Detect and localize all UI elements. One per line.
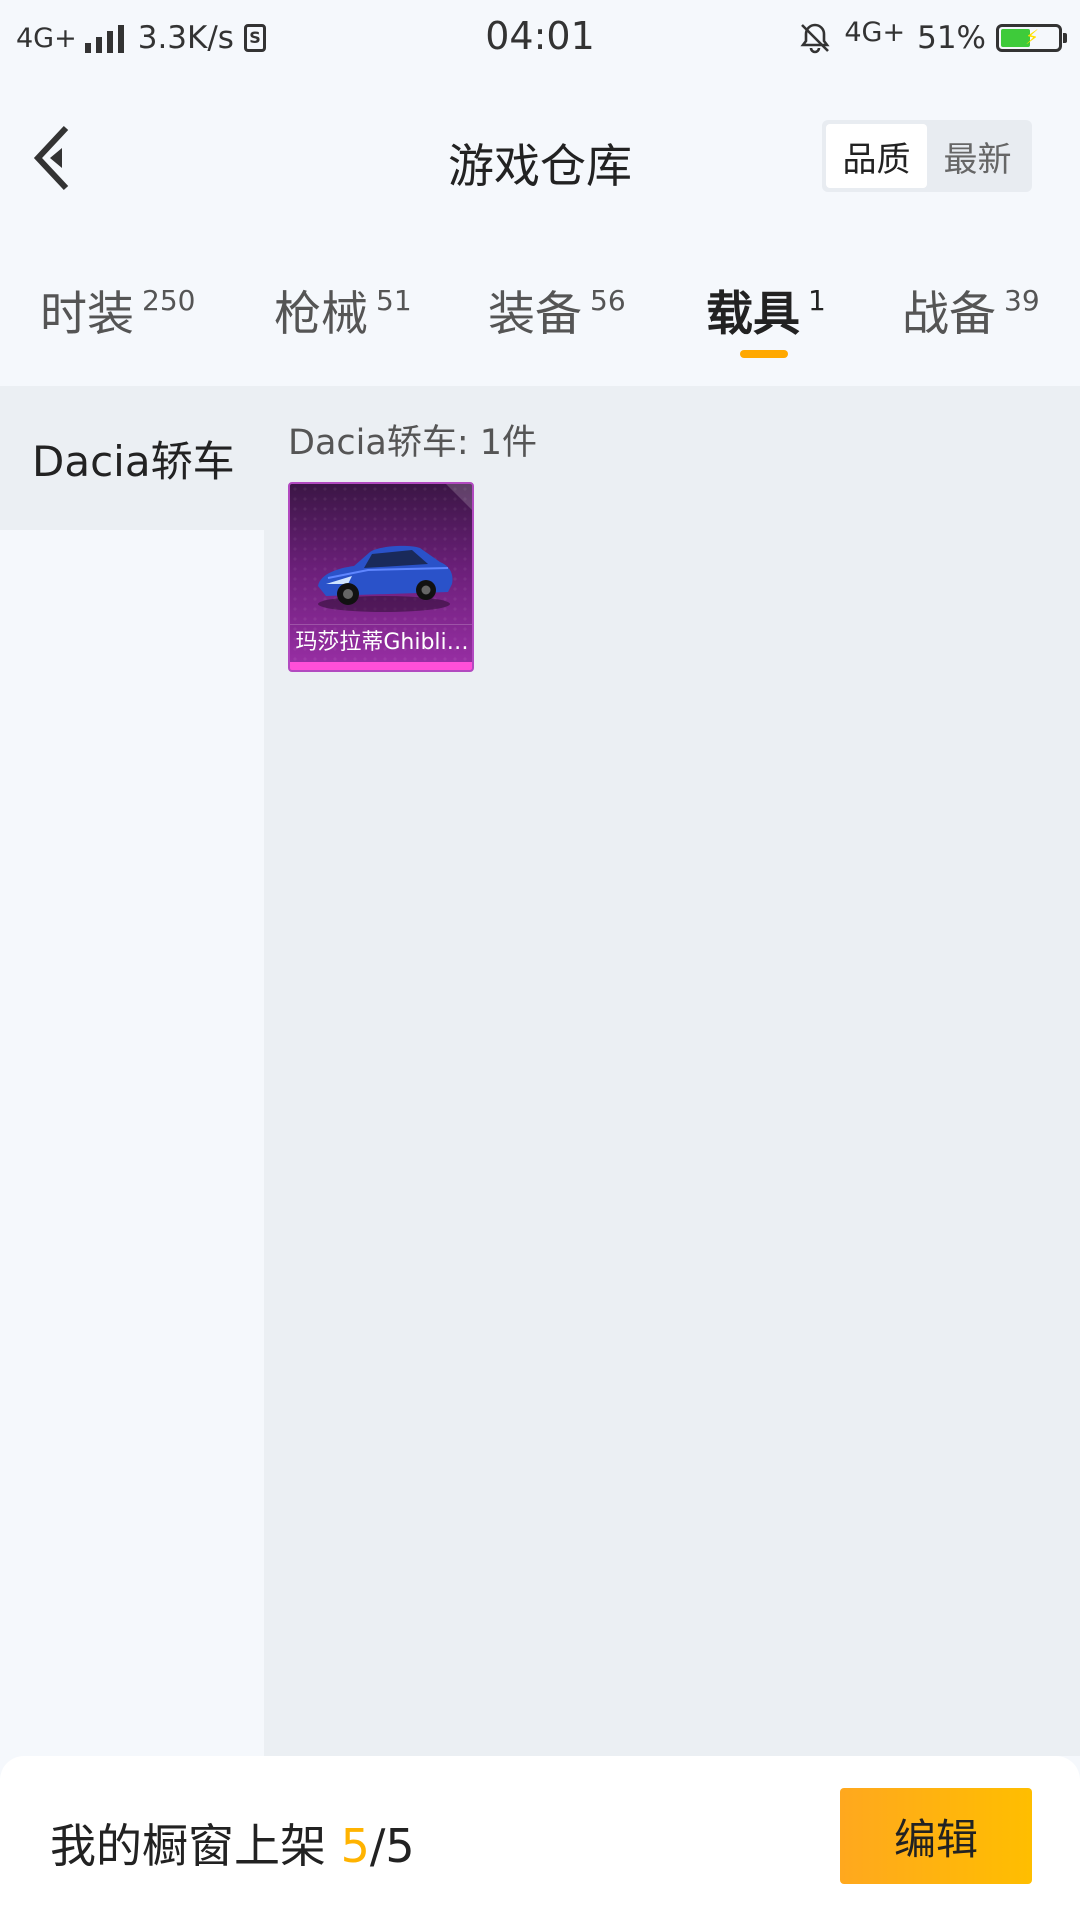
tab-label: 战备	[902, 287, 996, 342]
item-card[interactable]: 玛莎拉蒂Ghibli…	[288, 482, 474, 672]
tab-count: 1	[808, 284, 826, 317]
item-grid-panel: Dacia轿车: 1件 玛莎拉蒂Ghibli…	[264, 386, 1080, 1756]
shelf-status: 我的橱窗上架 5/5	[50, 1810, 415, 1876]
status-bar: 4G+ 3.3K/s S 04:01 4G+ 51% ⚡	[0, 0, 1080, 78]
tab-fashion[interactable]: 时装 250	[40, 278, 195, 358]
active-tab-indicator	[740, 350, 788, 358]
car-image	[318, 545, 453, 612]
rarity-bar	[290, 662, 472, 670]
header: 游戏仓库 品质 最新	[0, 78, 1080, 238]
shelf-current-count: 5	[340, 1819, 370, 1873]
shelf-total-count: /5	[369, 1819, 415, 1873]
group-label: Dacia轿车: 1件	[288, 423, 537, 463]
sort-toggle: 品质 最新	[822, 120, 1032, 192]
tab-label: 枪械	[274, 287, 368, 342]
tab-count: 56	[590, 284, 626, 317]
category-tabs: 时装 250 枪械 51 装备 56 载具 1 战备 39	[0, 238, 1080, 386]
tab-equipment[interactable]: 装备 56	[488, 278, 626, 358]
tab-guns[interactable]: 枪械 51	[274, 278, 412, 358]
battery-icon: ⚡	[996, 24, 1067, 52]
battery-percent: 51%	[917, 20, 986, 56]
tab-label: 装备	[488, 287, 582, 342]
sort-newest-option[interactable]: 最新	[927, 124, 1028, 188]
bell-off-icon	[800, 23, 830, 54]
sidebar-item-dacia-sedan[interactable]: Dacia轿车	[0, 386, 264, 530]
card-corner	[446, 484, 472, 510]
sidebar: Dacia轿车	[0, 386, 264, 1756]
network-type-right: 4G+	[844, 16, 906, 48]
item-name: 玛莎拉蒂Ghibli…	[290, 624, 472, 660]
shelf-label: 我的橱窗上架	[50, 1819, 341, 1873]
tab-count: 250	[142, 284, 196, 317]
sort-quality-option[interactable]: 品质	[826, 124, 927, 188]
tab-combat-supplies[interactable]: 战备 39	[902, 278, 1040, 358]
tab-count: 51	[376, 284, 412, 317]
bottom-bar: 我的橱窗上架 5/5 编辑	[0, 1756, 1080, 1920]
tab-label: 载具	[706, 287, 800, 342]
status-right: 4G+ 51% ⚡	[798, 14, 1067, 62]
edit-button[interactable]: 编辑	[840, 1788, 1032, 1884]
tab-count: 39	[1004, 284, 1040, 317]
tab-vehicles[interactable]: 载具 1	[706, 278, 826, 358]
tab-label: 时装	[40, 287, 134, 342]
